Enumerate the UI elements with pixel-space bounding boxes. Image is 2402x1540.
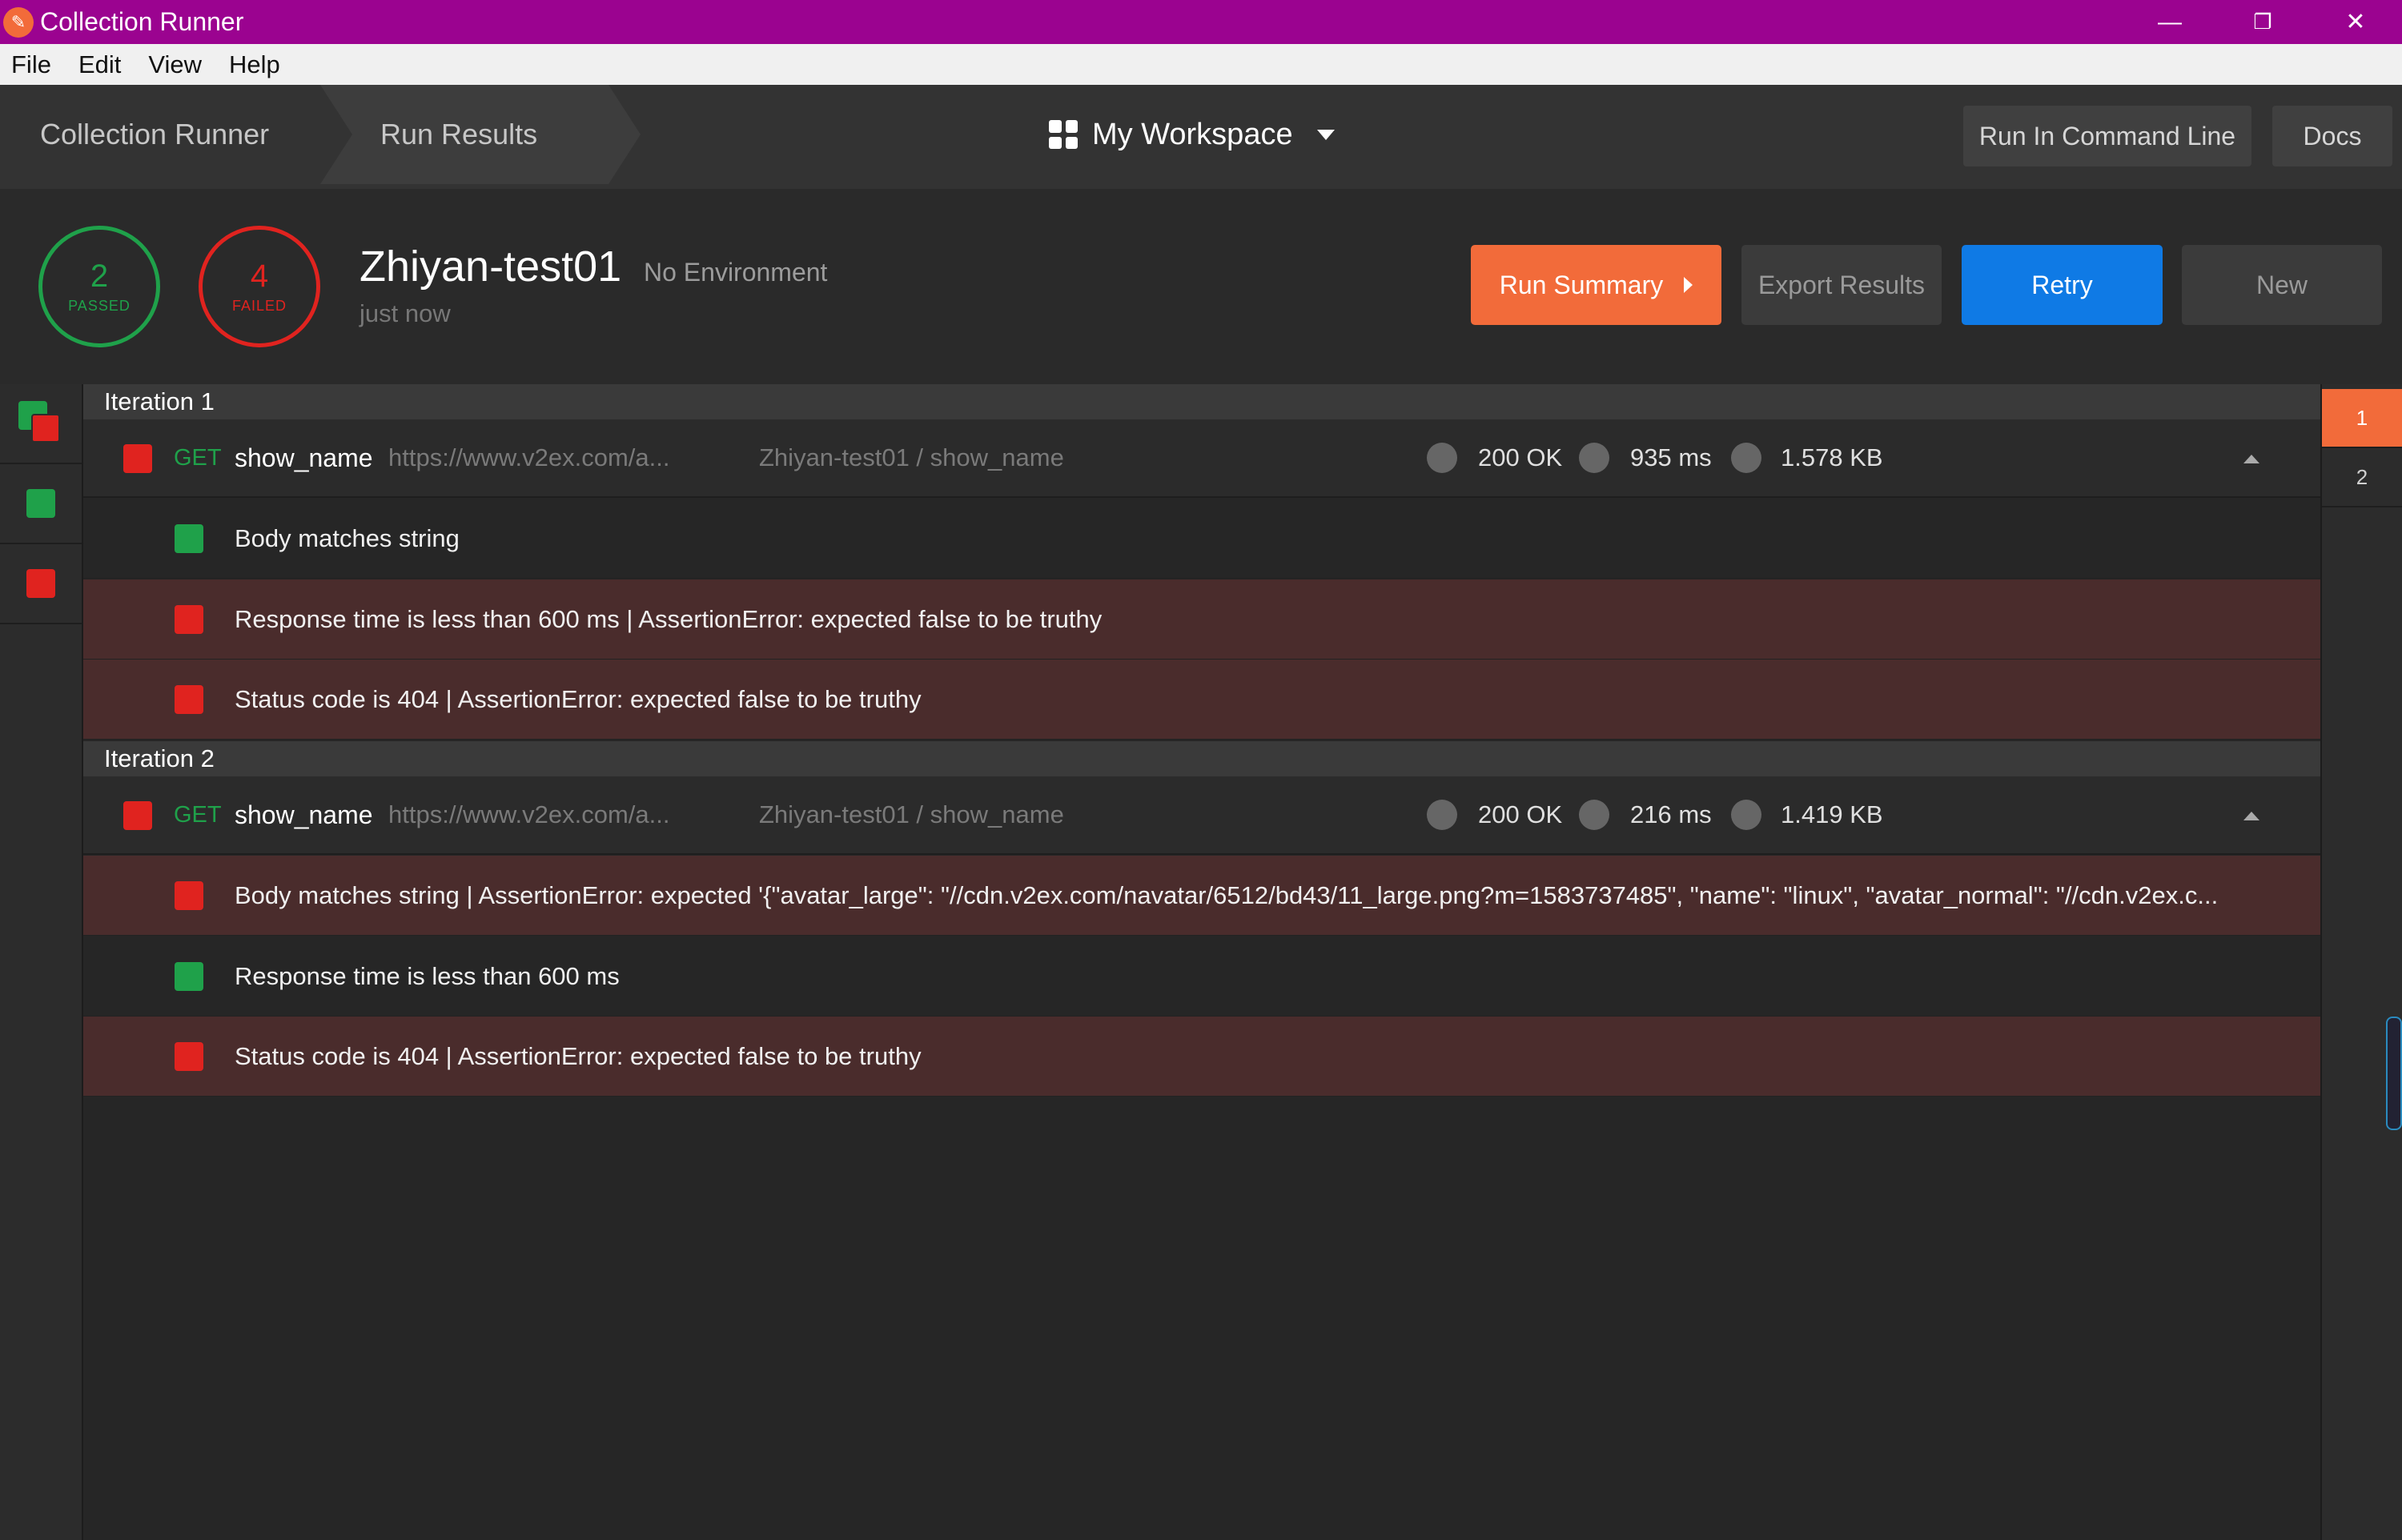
size-dot-icon [1731, 443, 1761, 473]
failed-count: 4 [250, 259, 269, 294]
request-url: https://www.v2ex.com/a... [388, 443, 670, 471]
scrollbar-thumb[interactable] [2386, 1017, 2402, 1130]
request-name[interactable]: show_name [235, 443, 373, 473]
test-pass-icon [175, 962, 203, 991]
restore-button[interactable]: ❐ [2216, 0, 2309, 44]
failed-filter-icon [26, 569, 55, 598]
test-fail-icon [175, 881, 203, 910]
time-dot-icon [1579, 443, 1609, 473]
menu-help[interactable]: Help [229, 50, 280, 79]
test-name: Response time is less than 600 ms | Asse… [235, 604, 1103, 633]
test-fail-icon [175, 1042, 203, 1071]
runner-nav: Collection Runner Run Results My Workspa… [0, 85, 2402, 189]
chevron-down-icon [1316, 129, 1335, 140]
collapse-icon[interactable] [2243, 455, 2259, 463]
request-row[interactable]: GET show_name https://www.v2ex.com/a... … [83, 419, 2320, 498]
test-row: Body matches string | AssertionError: ex… [83, 856, 2320, 936]
run-summary-label: Run Summary [1499, 270, 1664, 299]
response-time: 935 ms [1630, 443, 1712, 471]
passed-count: 2 [90, 259, 109, 294]
test-row: Response time is less than 600 ms [83, 936, 2320, 1017]
all-results-icon [18, 401, 63, 446]
test-row: Status code is 404 | AssertionError: exp… [83, 1017, 2320, 1097]
menu-view[interactable]: View [148, 50, 202, 79]
status-dot-icon [1427, 800, 1457, 830]
size-dot-icon [1731, 800, 1761, 830]
workspace-grid-icon [1049, 120, 1078, 149]
collapse-icon[interactable] [2243, 812, 2259, 820]
menu-file[interactable]: File [11, 50, 51, 79]
failed-counter: 4 FAILED [199, 226, 320, 347]
environment-label: No Environment [644, 258, 828, 287]
time-dot-icon [1579, 800, 1609, 830]
test-name: Status code is 404 | AssertionError: exp… [235, 1041, 922, 1070]
request-method: GET [174, 801, 222, 828]
test-pass-icon [175, 524, 203, 553]
collection-name: Zhiyan-test01 [359, 243, 622, 291]
request-status-icon [123, 444, 152, 473]
breadcrumb-run-results[interactable]: Run Results [320, 85, 641, 184]
test-fail-icon [175, 685, 203, 714]
response-size: 1.419 KB [1781, 800, 1883, 828]
run-timestamp: just now [359, 299, 451, 327]
iteration-header: Iteration 2 [83, 741, 2320, 776]
window-controls: — ❐ ✕ [2123, 0, 2402, 44]
run-results-list: Iteration 1 GET show_name https://www.v2… [83, 384, 2320, 1540]
passed-filter-icon [26, 489, 55, 518]
request-path: Zhiyan-test01 / show_name [759, 800, 1064, 828]
response-size: 1.578 KB [1781, 443, 1883, 471]
filter-failed[interactable] [0, 544, 82, 624]
menu-edit[interactable]: Edit [78, 50, 121, 79]
request-url: https://www.v2ex.com/a... [388, 800, 670, 828]
run-summary-header: 2 PASSED 4 FAILED Zhiyan-test01 No Envir… [0, 189, 2402, 384]
workspace-selector[interactable]: My Workspace [1049, 85, 1335, 184]
status-dot-icon [1427, 443, 1457, 473]
result-filter-rail [0, 384, 83, 1540]
request-method: GET [174, 444, 222, 471]
filter-all[interactable] [0, 384, 82, 464]
test-name: Response time is less than 600 ms [235, 961, 620, 990]
passed-label: PASSED [68, 298, 131, 314]
menu-bar: File Edit View Help [0, 44, 2402, 85]
test-row: Response time is less than 600 ms | Asse… [83, 580, 2320, 660]
filter-passed[interactable] [0, 464, 82, 544]
docs-button[interactable]: Docs [2272, 106, 2392, 166]
retry-button[interactable]: Retry [1962, 245, 2163, 325]
response-status: 200 OK [1478, 800, 1563, 828]
export-results-button[interactable]: Export Results [1741, 245, 1942, 325]
iteration-rail: 1 2 [2320, 384, 2402, 1540]
request-row[interactable]: GET show_name https://www.v2ex.com/a... … [83, 776, 2320, 855]
request-status-icon [123, 801, 152, 830]
iteration-tab-1[interactable]: 1 [2322, 389, 2402, 448]
request-path: Zhiyan-test01 / show_name [759, 443, 1064, 471]
response-time: 216 ms [1630, 800, 1712, 828]
workspace-label: My Workspace [1092, 117, 1293, 151]
test-name: Status code is 404 | AssertionError: exp… [235, 684, 922, 713]
title-bar: ✎ Collection Runner — ❐ ✕ [0, 0, 2402, 44]
run-in-command-line-button[interactable]: Run In Command Line [1963, 106, 2251, 166]
postman-logo-icon: ✎ [3, 6, 34, 38]
run-summary-button[interactable]: Run Summary [1471, 245, 1721, 325]
test-fail-icon [175, 605, 203, 634]
response-status: 200 OK [1478, 443, 1563, 471]
breadcrumb-collection-runner[interactable]: Collection Runner [40, 85, 269, 184]
close-button[interactable]: ✕ [2309, 0, 2402, 44]
request-name[interactable]: show_name [235, 800, 373, 830]
play-icon [1684, 277, 1693, 293]
test-row: Status code is 404 | AssertionError: exp… [83, 660, 2320, 740]
minimize-button[interactable]: — [2123, 0, 2216, 44]
failed-label: FAILED [231, 298, 287, 314]
test-name: Body matches string | AssertionError: ex… [235, 880, 2219, 909]
passed-counter: 2 PASSED [38, 226, 160, 347]
iteration-tab-2[interactable]: 2 [2322, 448, 2402, 507]
test-row: Body matches string [83, 499, 2320, 579]
iteration-header: Iteration 1 [83, 384, 2320, 419]
new-button[interactable]: New [2182, 245, 2382, 325]
test-name: Body matches string [235, 523, 460, 552]
window-title: Collection Runner [40, 7, 244, 36]
